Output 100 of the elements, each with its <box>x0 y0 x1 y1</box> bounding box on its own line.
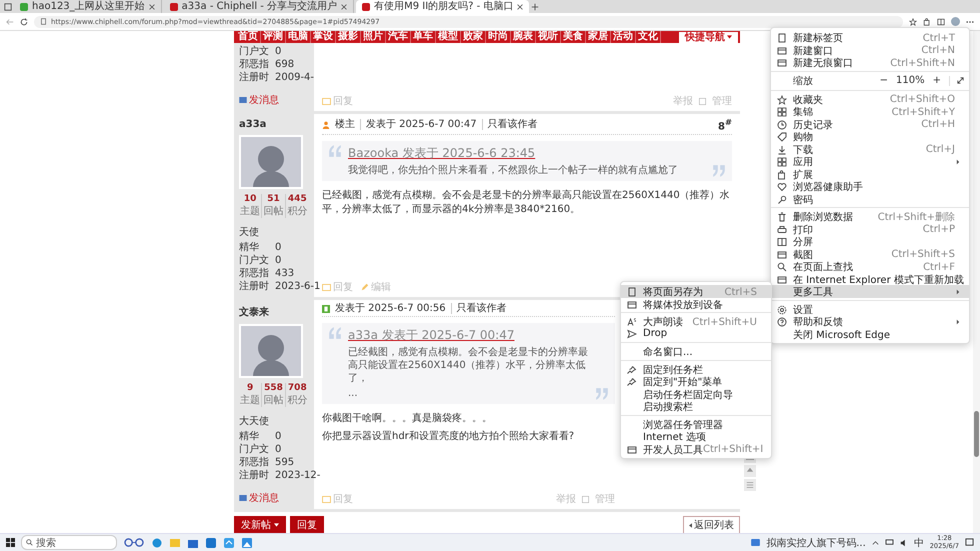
menu-item[interactable]: 浏览器健康助手 <box>771 180 969 192</box>
speaker-icon[interactable] <box>900 538 908 546</box>
menu-item[interactable]: 分屏 <box>771 235 969 248</box>
profile-field-value: 0 <box>275 242 282 254</box>
zoom-in-button[interactable]: + <box>930 75 943 86</box>
quick-nav-button[interactable]: 快捷导航 <box>679 32 738 42</box>
close-icon[interactable] <box>148 4 155 10</box>
menu-item[interactable]: 将媒体投放到设备 <box>621 298 771 310</box>
plus-icon[interactable] <box>531 2 540 10</box>
menu-item[interactable]: 更多工具 <box>771 285 969 298</box>
send-message-link[interactable]: 发消息 <box>249 93 279 107</box>
back-to-list-button[interactable]: 返回列表 <box>683 516 740 534</box>
menu-item[interactable]: 固定到任务栏 <box>621 362 771 375</box>
stat-value[interactable]: 9 <box>247 383 254 393</box>
menu-item[interactable]: 密码 <box>771 192 969 205</box>
scrollbar-thumb[interactable] <box>974 411 979 457</box>
reload-icon[interactable] <box>20 18 28 26</box>
checkbox-icon[interactable] <box>582 496 589 502</box>
close-icon[interactable] <box>517 4 524 10</box>
chevron-up-icon[interactable] <box>872 540 879 544</box>
zoom-out-button[interactable]: − <box>878 75 890 86</box>
author-name[interactable]: 文泰来 <box>239 305 309 319</box>
search-field[interactable]: 搜索 <box>21 535 117 550</box>
only-author-link[interactable]: 只看该作者 <box>452 303 512 314</box>
menu-item[interactable]: 启动搜索栏 <box>621 400 771 412</box>
more-icon[interactable] <box>966 20 974 24</box>
input-method-indicator[interactable]: 中 <box>914 536 924 550</box>
photos-app-icon[interactable] <box>241 536 253 548</box>
network-icon[interactable] <box>884 539 894 546</box>
menu-item[interactable]: 新建窗口 Ctrl+N <box>771 44 969 56</box>
arrow-up-icon <box>746 467 754 475</box>
menu-item[interactable]: 新建标签页 Ctrl+T <box>771 31 969 44</box>
nav-link[interactable]: 活动 <box>611 31 636 43</box>
profile-field-value: 2023-6-1 <box>275 281 320 293</box>
menu-item[interactable]: 在页面上查找 Ctrl+F <box>771 260 969 272</box>
menu-item[interactable]: 集锦 Ctrl+Shift+Y <box>771 105 969 118</box>
profile-avatar[interactable] <box>951 17 960 26</box>
nav-link[interactable]: 腕表 <box>511 31 536 43</box>
back-to-top-button[interactable] <box>744 465 756 477</box>
menu-item[interactable]: Drop <box>621 328 771 340</box>
menu-item[interactable]: 在 Internet Explorer 模式下重新加载 <box>771 272 969 285</box>
menu-item[interactable]: 固定到"开始"菜单 <box>621 375 771 388</box>
menu-item[interactable]: 购物 <box>771 130 969 142</box>
notification-icon[interactable] <box>965 538 974 547</box>
menu-item[interactable]: 启动任务栏固定向导 <box>621 388 771 400</box>
nav-link[interactable]: 汽车 <box>386 31 411 43</box>
menu-item[interactable]: 开发人员工具Ctrl+Shift+I <box>621 442 771 455</box>
menu-item[interactable]: 删除浏览数据 Ctrl+Shift+删除 <box>771 210 969 222</box>
nav-link[interactable]: 视听 <box>536 31 561 43</box>
notification-text[interactable]: 拟南实控人旗下号码... <box>766 536 866 550</box>
only-author-link[interactable]: 只看该作者 <box>482 119 543 130</box>
menu-item[interactable]: Internet 选项 <box>621 430 771 442</box>
stat-value[interactable]: 708 <box>288 383 307 393</box>
menu-item[interactable]: 打印 Ctrl+P <box>771 222 969 235</box>
nav-link[interactable]: 文化 <box>636 31 661 43</box>
expand-icon[interactable] <box>956 76 965 85</box>
list-button[interactable] <box>744 479 756 491</box>
send-message-link[interactable]: 发消息 <box>249 491 279 505</box>
stat-label: 主题 <box>240 394 260 407</box>
stat-value[interactable]: 10 <box>244 194 256 204</box>
nav-link[interactable]: 家居 <box>586 31 611 43</box>
reply-button[interactable]: 回复 <box>290 516 324 534</box>
menu-item[interactable]: 关闭 Microsoft Edge <box>771 328 969 340</box>
scrollbar[interactable] <box>973 31 980 534</box>
windows-logo-icon[interactable] <box>6 538 15 547</box>
new-post-button[interactable]: 发新帖 <box>234 516 286 534</box>
nav-link[interactable]: 模型 <box>436 31 461 43</box>
nav-link[interactable]: 败家 <box>461 31 486 43</box>
stat-value[interactable]: 51 <box>267 194 280 204</box>
menu-item[interactable]: 扩展 <box>771 168 969 180</box>
close-icon[interactable] <box>341 4 348 10</box>
stat-value[interactable]: 445 <box>288 194 307 204</box>
nav-link[interactable]: 单车 <box>411 31 436 43</box>
menu-item[interactable]: 截图 Ctrl+Shift+S <box>771 248 969 260</box>
nav-link[interactable]: 摄影 <box>336 31 361 43</box>
menu-item[interactable]: 新建无痕窗口 Ctrl+Shift+N <box>771 56 969 68</box>
menu-item[interactable]: 大声朗读 Ctrl+Shift+U <box>621 315 771 328</box>
menu-item[interactable]: 历史记录 Ctrl+H <box>771 118 969 130</box>
menu-item[interactable]: 命名窗口... <box>621 345 771 358</box>
browser-app-icon[interactable] <box>151 536 163 548</box>
nav-link[interactable]: 照片 <box>361 31 386 43</box>
browser-tab[interactable]: 有使用M9 II的朋友吗? - 电脑口 <box>356 0 530 13</box>
quote-mark-icon <box>328 145 342 158</box>
mail-app-icon[interactable] <box>205 536 217 548</box>
menu-item[interactable]: 下载 Ctrl+J <box>771 142 969 155</box>
stat-value[interactable]: 558 <box>264 383 283 393</box>
menu-item[interactable]: 帮助和反馈 <box>771 315 969 328</box>
nav-link[interactable]: 美食 <box>561 31 586 43</box>
floor-number[interactable]: 8$^{#}$ <box>718 117 732 132</box>
stat-label: 回帖 <box>263 204 284 218</box>
menu-item[interactable]: 浏览器任务管理器 <box>621 418 771 430</box>
menu-item[interactable]: 设置 <box>771 302 969 315</box>
menu-item[interactable]: 应用 <box>771 155 969 168</box>
menu-item[interactable]: 将页面另存为 Ctrl+S <box>621 285 771 298</box>
glasses-icon <box>123 538 145 547</box>
nav-link[interactable]: 时尚 <box>486 31 511 43</box>
checkbox-icon[interactable] <box>699 98 706 104</box>
menu-item[interactable]: 收藏夹 Ctrl+Shift+O <box>771 92 969 105</box>
tab-actions-icon[interactable] <box>4 2 12 10</box>
author-name[interactable]: a33a <box>239 119 309 130</box>
